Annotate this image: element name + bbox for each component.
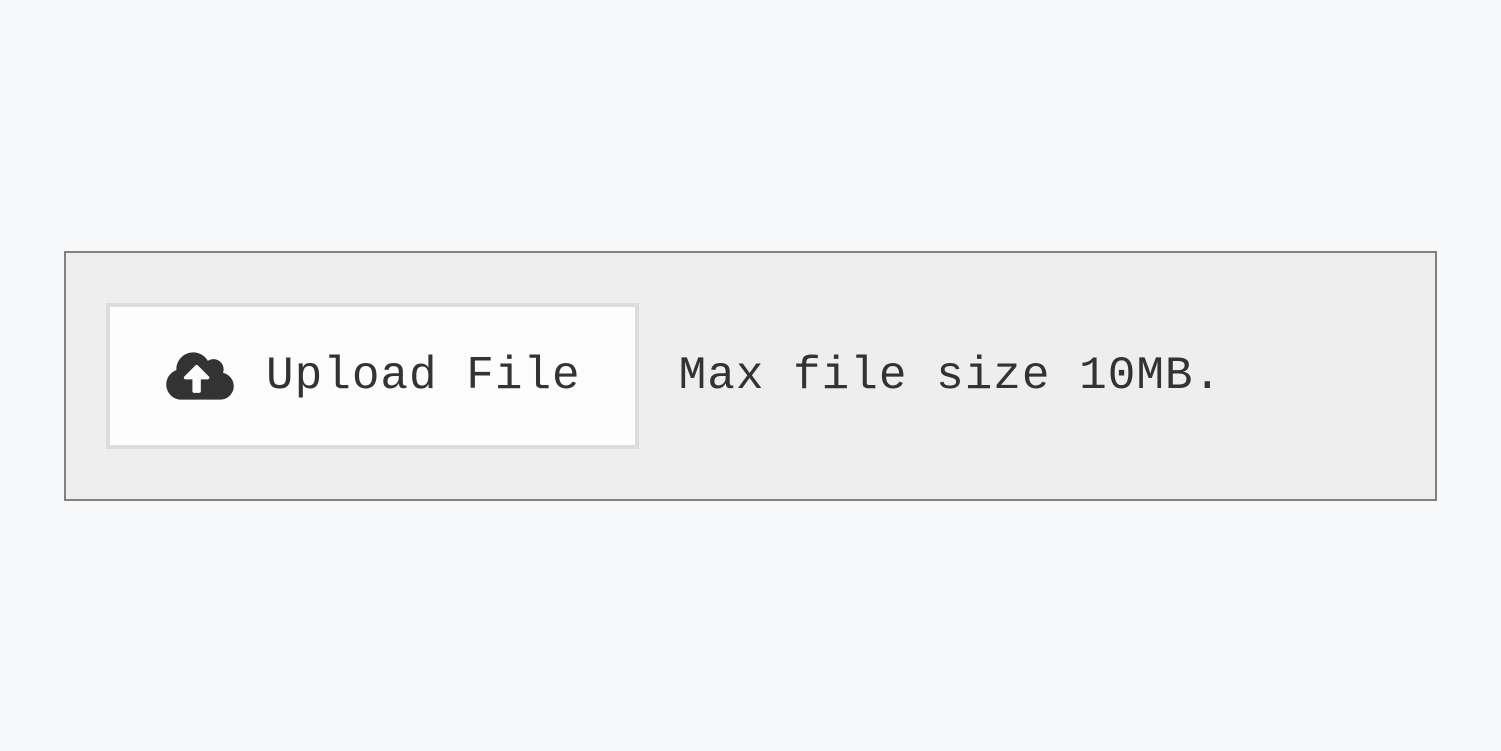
upload-button-label: Upload File bbox=[266, 350, 581, 402]
file-size-hint: Max file size 10MB. bbox=[679, 350, 1223, 402]
upload-file-button[interactable]: Upload File bbox=[106, 303, 639, 449]
file-upload-panel: Upload File Max file size 10MB. bbox=[64, 251, 1437, 501]
cloud-upload-icon bbox=[164, 349, 236, 403]
